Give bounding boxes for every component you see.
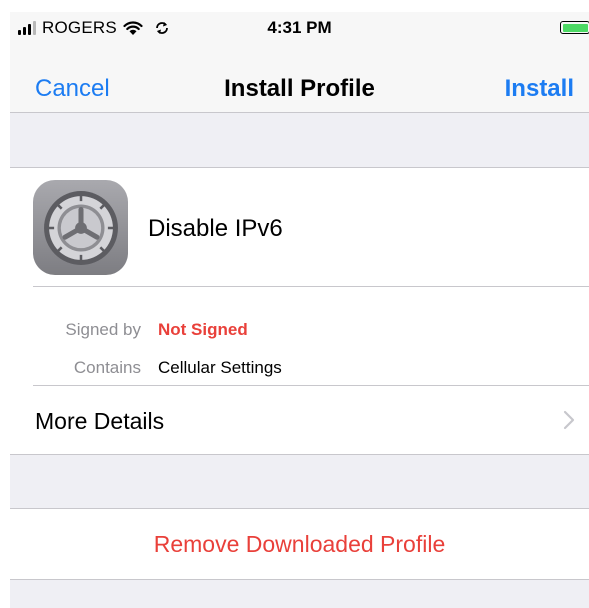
signed-by-value: Not Signed xyxy=(158,320,248,339)
remove-downloaded-profile-button[interactable]: Remove Downloaded Profile xyxy=(10,531,589,557)
more-details-row[interactable]: More Details xyxy=(10,386,589,454)
install-button[interactable]: Install xyxy=(505,76,574,102)
profile-name: Disable IPv6 xyxy=(148,215,283,242)
profile-card: Disable IPv6 Signed by Not Signed Contai… xyxy=(10,167,589,455)
chevron-right-icon xyxy=(563,410,575,430)
battery-icon xyxy=(560,21,589,34)
signed-by-label: Signed by xyxy=(65,320,141,339)
more-details-label: More Details xyxy=(35,408,165,434)
install-profile-screen: ROGERS 4:31 PM Cancel Install Profile In… xyxy=(10,12,589,608)
contains-value: Cellular Settings xyxy=(158,358,282,377)
remove-profile-row[interactable]: Remove Downloaded Profile xyxy=(10,508,589,580)
navigation-bar: Cancel Install Profile Install xyxy=(10,46,589,113)
contains-label: Contains xyxy=(73,358,141,377)
divider xyxy=(33,286,589,287)
page-title: Install Profile xyxy=(224,75,375,102)
status-time: 4:31 PM xyxy=(267,18,332,37)
settings-gear-icon xyxy=(33,180,128,275)
status-bar: ROGERS 4:31 PM xyxy=(10,12,589,46)
